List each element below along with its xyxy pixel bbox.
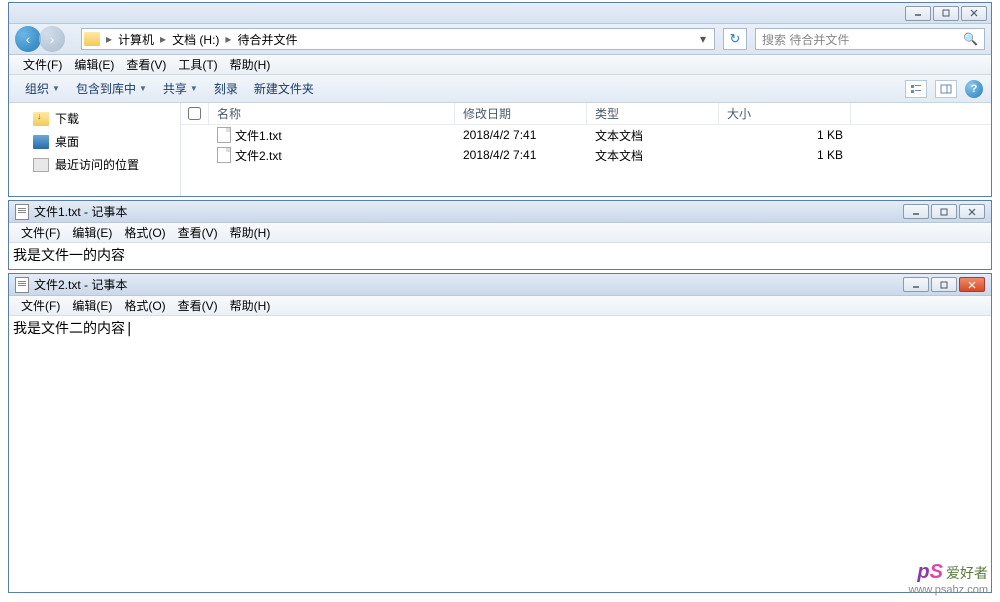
sidebar: 下载 桌面 最近访问的位置 (9, 103, 181, 196)
tool-newfolder[interactable]: 新建文件夹 (246, 80, 322, 97)
select-all-checkbox[interactable] (188, 107, 201, 120)
watermark-url: www.psahz.com (909, 584, 988, 596)
column-date[interactable]: 修改日期 (455, 103, 587, 124)
column-checkbox[interactable] (181, 103, 209, 124)
address-dropdown-icon[interactable]: ▾ (694, 32, 712, 46)
chevron-down-icon: ▼ (139, 84, 147, 93)
explorer-titlebar (9, 3, 991, 24)
explorer-menu-bar: 文件(F) 编辑(E) 查看(V) 工具(T) 帮助(H) (9, 55, 991, 75)
menu-edit[interactable]: 编辑(E) (66, 224, 118, 241)
explorer-toolbar: 组织 ▼ 包含到库中 ▼ 共享 ▼ 刻录 新建文件夹 ? (9, 75, 991, 103)
breadcrumb-drive[interactable]: 文档 (H:) (168, 31, 223, 48)
txt-file-icon (217, 147, 231, 163)
nav-buttons: ‹ › (15, 26, 73, 52)
chevron-right-icon: ▸ (104, 32, 114, 46)
chevron-right-icon: ▸ (158, 32, 168, 46)
menu-file[interactable]: 文件(F) (15, 297, 66, 314)
chevron-down-icon: ▼ (190, 84, 198, 93)
minimize-button[interactable] (903, 204, 929, 219)
address-row: ‹ › ▸ 计算机 ▸ 文档 (H:) ▸ 待合并文件 ▾ ↻ 搜索 待合并文件… (9, 24, 991, 55)
tool-burn[interactable]: 刻录 (206, 80, 246, 97)
menu-format[interactable]: 格式(O) (118, 297, 171, 314)
menu-help[interactable]: 帮助(H) (224, 224, 277, 241)
menu-edit[interactable]: 编辑(E) (66, 297, 118, 314)
folder-icon (84, 32, 100, 46)
maximize-button[interactable] (931, 204, 957, 219)
close-button[interactable] (959, 204, 985, 219)
view-mode-button[interactable] (905, 80, 927, 98)
menu-help[interactable]: 帮助(H) (224, 56, 277, 73)
minimize-button[interactable] (903, 277, 929, 292)
menu-tools[interactable]: 工具(T) (172, 56, 223, 73)
search-icon: 🔍 (963, 32, 978, 46)
sidebar-downloads[interactable]: 下载 (9, 107, 180, 130)
notepad1-titlebar[interactable]: 文件1.txt - 记事本 (9, 201, 991, 223)
maximize-button[interactable] (933, 6, 959, 21)
downloads-icon (33, 112, 49, 126)
notepad1-title: 文件1.txt - 记事本 (34, 203, 127, 220)
chevron-down-icon: ▼ (52, 84, 60, 93)
explorer-body: 下载 桌面 最近访问的位置 名称 修改日期 类型 大小 文件1.txt 2018… (9, 103, 991, 196)
txt-file-icon (217, 127, 231, 143)
watermark: pS 爱好者 www.psahz.com (909, 561, 988, 596)
column-name[interactable]: 名称 (209, 103, 455, 124)
notepad1-content[interactable]: 我是文件一的内容 (9, 243, 991, 267)
notepad2-window: 文件2.txt - 记事本 文件(F) 编辑(E) 格式(O) 查看(V) 帮助… (8, 273, 992, 593)
notepad2-title: 文件2.txt - 记事本 (34, 276, 127, 293)
refresh-button[interactable]: ↻ (723, 28, 747, 50)
notepad1-menu-bar: 文件(F) 编辑(E) 格式(O) 查看(V) 帮助(H) (9, 223, 991, 243)
sidebar-recent[interactable]: 最近访问的位置 (9, 153, 180, 176)
menu-view[interactable]: 查看(V) (120, 56, 172, 73)
breadcrumb-computer[interactable]: 计算机 (114, 31, 158, 48)
help-button[interactable]: ? (965, 80, 983, 98)
search-input[interactable]: 搜索 待合并文件 🔍 (755, 28, 985, 50)
file-list-header: 名称 修改日期 类型 大小 (181, 103, 991, 125)
menu-help[interactable]: 帮助(H) (224, 297, 277, 314)
tool-include[interactable]: 包含到库中 ▼ (68, 80, 155, 97)
minimize-button[interactable] (905, 6, 931, 21)
menu-format[interactable]: 格式(O) (118, 224, 171, 241)
notepad1-window: 文件1.txt - 记事本 文件(F) 编辑(E) 格式(O) 查看(V) 帮助… (8, 200, 992, 270)
back-button[interactable]: ‹ (15, 26, 41, 52)
file-list: 名称 修改日期 类型 大小 文件1.txt 2018/4/2 7:41 文本文档… (181, 103, 991, 196)
chevron-right-icon: ▸ (223, 32, 233, 46)
tool-share[interactable]: 共享 ▼ (155, 80, 206, 97)
search-placeholder: 搜索 待合并文件 (762, 31, 849, 48)
menu-view[interactable]: 查看(V) (172, 224, 224, 241)
file-row[interactable]: 文件2.txt 2018/4/2 7:41 文本文档 1 KB (181, 145, 991, 165)
maximize-button[interactable] (931, 277, 957, 292)
recent-icon (33, 158, 49, 172)
notepad-icon (15, 277, 29, 293)
menu-file[interactable]: 文件(F) (17, 56, 68, 73)
notepad-icon (15, 204, 29, 220)
sidebar-desktop[interactable]: 桌面 (9, 130, 180, 153)
tool-organize[interactable]: 组织 ▼ (17, 80, 68, 97)
address-bar[interactable]: ▸ 计算机 ▸ 文档 (H:) ▸ 待合并文件 ▾ (81, 28, 715, 50)
file-row[interactable]: 文件1.txt 2018/4/2 7:41 文本文档 1 KB (181, 125, 991, 145)
explorer-window: ‹ › ▸ 计算机 ▸ 文档 (H:) ▸ 待合并文件 ▾ ↻ 搜索 待合并文件… (8, 2, 992, 197)
menu-edit[interactable]: 编辑(E) (68, 56, 120, 73)
notepad2-content[interactable]: 我是文件二的内容 (9, 316, 991, 340)
column-size[interactable]: 大小 (719, 103, 851, 124)
column-type[interactable]: 类型 (587, 103, 719, 124)
desktop-icon (33, 135, 49, 149)
preview-pane-button[interactable] (935, 80, 957, 98)
notepad2-titlebar[interactable]: 文件2.txt - 记事本 (9, 274, 991, 296)
menu-view[interactable]: 查看(V) (172, 297, 224, 314)
notepad2-menu-bar: 文件(F) 编辑(E) 格式(O) 查看(V) 帮助(H) (9, 296, 991, 316)
close-button[interactable] (961, 6, 987, 21)
menu-file[interactable]: 文件(F) (15, 224, 66, 241)
close-button[interactable] (959, 277, 985, 292)
breadcrumb-folder[interactable]: 待合并文件 (233, 31, 301, 48)
forward-button[interactable]: › (39, 26, 65, 52)
